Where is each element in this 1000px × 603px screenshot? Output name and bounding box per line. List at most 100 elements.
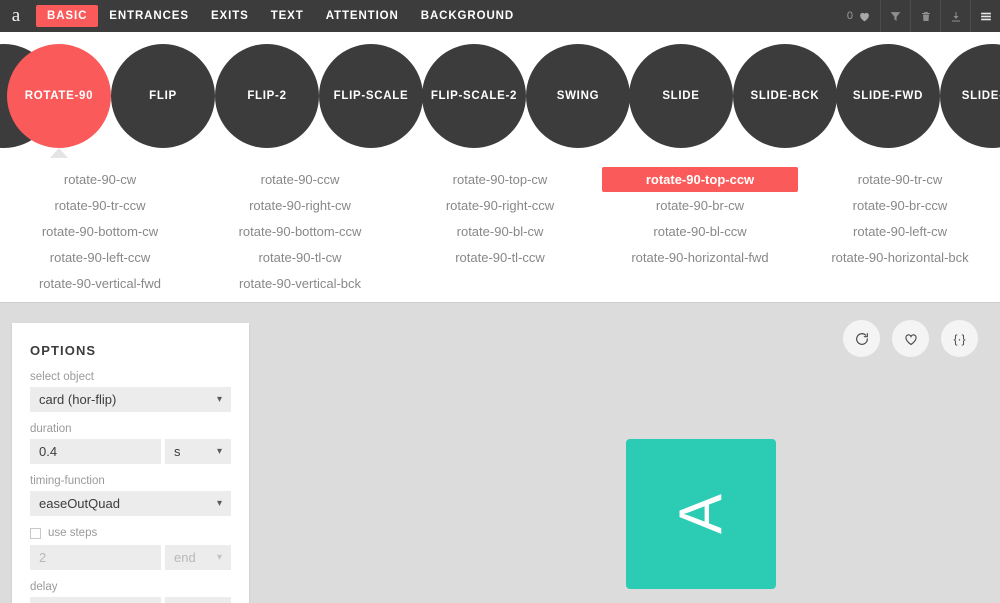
steps-direction-value: end [174,550,196,565]
replay-icon[interactable] [843,320,880,357]
category-circle-slide-bck[interactable]: SLIDE-BCK [733,44,837,148]
delay-label: delay [30,581,58,593]
heart-icon[interactable] [892,320,929,357]
preview-card[interactable]: A [626,439,776,589]
category-circle-slide[interactable]: SLIDE [629,44,733,148]
category-circle-rotate-90[interactable]: ROTATE-90 [7,44,111,148]
options-panel: OPTIONS select object card (hor-flip) ▾ … [12,323,249,603]
tab-basic[interactable]: BASIC [36,5,99,27]
timing-function-value: easeOutQuad [39,496,120,511]
category-circle-flip-scale-2[interactable]: FLIP-SCALE-2 [422,44,526,148]
duration-row: 0.4 s ▾ [30,439,231,464]
animation-row: rotate-90-cw rotate-90-ccw rotate-90-top… [0,166,1000,192]
animation-item[interactable]: rotate-90-ccw [251,167,350,192]
top-bar-actions: 0 [838,0,1000,32]
animation-preview-area: {·} A [249,303,1000,603]
tab-background[interactable]: BACKGROUND [410,0,525,32]
heart-icon [858,10,871,23]
animation-item[interactable]: rotate-90-top-cw [443,167,558,192]
animation-item[interactable]: rotate-90-vertical-fwd [29,271,171,296]
menu-icon[interactable] [970,0,1000,32]
filter-icon[interactable] [880,0,910,32]
category-circle-flip-scale[interactable]: FLIP-SCALE [319,44,423,148]
use-steps-checkbox-row[interactable]: use steps [30,527,231,539]
animation-item[interactable]: rotate-90-cw [54,167,146,192]
animation-item[interactable]: rotate-90-right-ccw [436,193,564,218]
category-circle-flip[interactable]: FLIP [111,44,215,148]
select-object-row: card (hor-flip) ▾ [30,387,231,412]
steps-count-input[interactable]: 2 [30,545,161,570]
chevron-down-icon: ▾ [216,551,222,563]
category-circle-slide-rotate[interactable]: SLIDE-RO [940,44,1000,148]
active-category-pointer [50,148,68,158]
category-circle-slide-fwd[interactable]: SLIDE-FWD [836,44,940,148]
category-circle-flip-2[interactable]: FLIP-2 [215,44,319,148]
animation-item[interactable]: rotate-90-br-ccw [843,193,958,218]
favorites-count: 0 [846,10,853,22]
animation-item[interactable]: rotate-90-horizontal-fwd [621,245,778,270]
delay-unit-dropdown[interactable]: s ▾ [165,597,231,603]
timing-function-label: timing-function [30,475,105,487]
app-logo[interactable]: a [0,0,32,32]
animation-item[interactable]: rotate-90-bl-ccw [643,219,756,244]
tab-exits[interactable]: EXITS [200,0,260,32]
animation-item[interactable]: rotate-90-left-ccw [40,245,160,270]
options-panel-title: OPTIONS [30,343,97,358]
preview-card-letter: A [667,493,734,535]
duration-unit-value: s [174,444,181,459]
timing-function-row: easeOutQuad ▾ [30,491,231,516]
nav-tab-list: BASIC ENTRANCES EXITS TEXT ATTENTION BAC… [36,0,525,32]
animation-name-grid: rotate-90-cw rotate-90-ccw rotate-90-top… [0,160,1000,303]
duration-input[interactable]: 0.4 [30,439,161,464]
select-object-dropdown[interactable]: card (hor-flip) ▾ [30,387,231,412]
chevron-down-icon: ▾ [216,497,222,509]
animation-item[interactable]: rotate-90-bottom-cw [32,219,168,244]
tab-entrances[interactable]: ENTRANCES [98,0,200,32]
favorites-counter[interactable]: 0 [838,0,880,32]
preview-action-buttons: {·} [843,320,978,357]
steps-row: 2 end ▾ [30,545,231,570]
animation-row: rotate-90-tr-ccw rotate-90-right-cw rota… [0,192,1000,218]
animation-item-selected[interactable]: rotate-90-top-ccw [602,166,798,192]
download-icon[interactable] [940,0,970,32]
timing-function-dropdown[interactable]: easeOutQuad ▾ [30,491,231,516]
select-object-value: card (hor-flip) [39,392,117,407]
duration-label: duration [30,423,72,435]
animation-row: rotate-90-bottom-cw rotate-90-bottom-ccw… [0,218,1000,244]
steps-direction-dropdown[interactable]: end ▾ [165,545,231,570]
code-icon-glyph: {·} [953,331,966,346]
animation-item[interactable]: rotate-90-vertical-bck [229,271,371,296]
duration-value: 0.4 [39,444,58,459]
trash-icon[interactable] [910,0,940,32]
select-object-label: select object [30,371,94,383]
animation-item[interactable]: rotate-90-horizontal-bck [821,245,978,270]
animation-row: rotate-90-left-ccw rotate-90-tl-cw rotat… [0,244,1000,270]
duration-unit-dropdown[interactable]: s ▾ [165,439,231,464]
tab-attention[interactable]: ATTENTION [315,0,410,32]
code-icon[interactable]: {·} [941,320,978,357]
animista-app: a BASIC ENTRANCES EXITS TEXT ATTENTION B… [0,0,1000,603]
chevron-down-icon: ▾ [216,393,222,405]
animation-item[interactable]: rotate-90-tl-cw [248,245,351,270]
use-steps-checkbox[interactable] [30,527,41,539]
use-steps-label: use steps [48,527,98,539]
animation-item[interactable]: rotate-90-bottom-ccw [229,219,372,244]
steps-count-value: 2 [39,550,47,565]
category-circle-track: ROTATE-90 FLIP FLIP-2 FLIP-SCALE FLIP-SC… [0,32,1000,160]
animation-item[interactable]: rotate-90-tr-ccw [44,193,155,218]
animation-item[interactable]: rotate-90-tl-ccw [445,245,555,270]
category-circle-swing[interactable]: SWING [526,44,630,148]
animation-item[interactable]: rotate-90-right-cw [239,193,361,218]
animation-row: rotate-90-vertical-fwd rotate-90-vertica… [0,270,1000,296]
top-navigation-bar: a BASIC ENTRANCES EXITS TEXT ATTENTION B… [0,0,1000,32]
delay-row: 0 s ▾ [30,597,231,603]
animation-item[interactable]: rotate-90-br-cw [646,193,754,218]
animation-item[interactable]: rotate-90-tr-cw [848,167,953,192]
chevron-down-icon: ▾ [216,445,222,457]
animation-item[interactable]: rotate-90-bl-cw [447,219,554,244]
tab-text[interactable]: TEXT [260,0,315,32]
workspace: OPTIONS select object card (hor-flip) ▾ … [0,303,1000,603]
animation-item[interactable]: rotate-90-left-cw [843,219,957,244]
category-circle-strip[interactable]: ROTATE-90 FLIP FLIP-2 FLIP-SCALE FLIP-SC… [0,32,1000,160]
delay-input[interactable]: 0 [30,597,161,603]
